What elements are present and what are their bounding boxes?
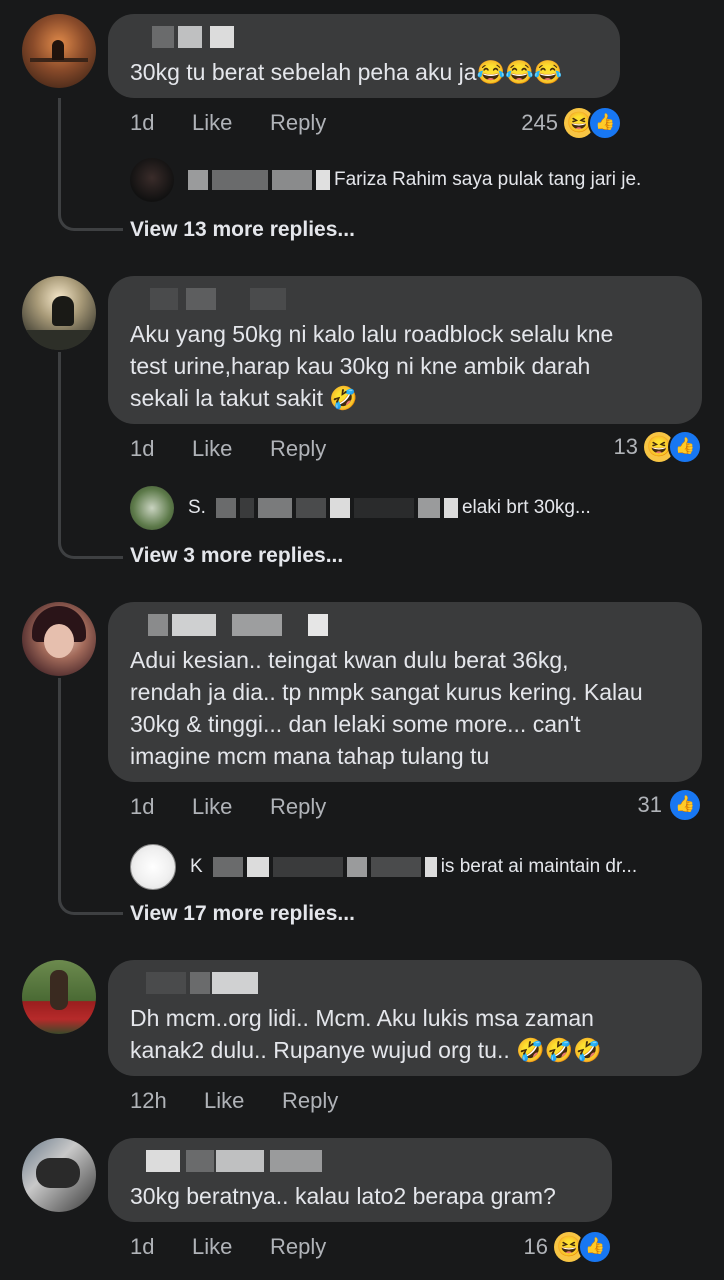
- reaction-count: 16: [523, 1234, 548, 1259]
- timestamp[interactable]: 12h: [130, 1088, 167, 1114]
- reply-preview[interactable]: K is berat ai maintain dr...: [130, 844, 637, 890]
- author-name-blurred[interactable]: [130, 612, 680, 638]
- comment-text: 30kg beratnya.. kalau lato2 berapa gram?: [130, 1183, 556, 1209]
- like-button[interactable]: Like: [192, 794, 232, 820]
- view-more-replies[interactable]: View 17 more replies...: [130, 902, 355, 926]
- blurred-name: [346, 857, 367, 877]
- blurred-name: [443, 498, 458, 518]
- comment-text: Dh mcm..org lidi.. Mcm. Aku lukis msa za…: [130, 1005, 603, 1063]
- view-more-replies[interactable]: View 3 more replies...: [130, 544, 343, 568]
- comment-bubble: Adui kesian.. teingat kwan dulu berat 36…: [108, 602, 702, 782]
- avatar: [130, 158, 174, 202]
- reaction-summary[interactable]: 245 😆 👍: [521, 106, 622, 140]
- avatar[interactable]: [22, 276, 96, 350]
- timestamp[interactable]: 1d: [130, 1234, 154, 1260]
- avatar: [130, 844, 176, 890]
- comment-bubble: 30kg tu berat sebelah peha aku ja😂😂😂: [108, 14, 620, 98]
- like-icon: 👍: [668, 788, 702, 822]
- like-button[interactable]: Like: [192, 110, 232, 136]
- reply-author-initial: K: [190, 856, 203, 877]
- reply-text: Fariza Rahim saya pulak tang jari je.: [334, 169, 642, 190]
- author-name-blurred[interactable]: [130, 1148, 590, 1174]
- reply-button[interactable]: Reply: [270, 794, 326, 820]
- reply-button[interactable]: Reply: [270, 436, 326, 462]
- avatar[interactable]: [22, 14, 96, 88]
- like-icon: 👍: [588, 106, 622, 140]
- blurred-name: [215, 498, 236, 518]
- comment-bubble: 30kg beratnya.. kalau lato2 berapa gram?: [108, 1138, 612, 1222]
- avatar[interactable]: [22, 1138, 96, 1212]
- blurred-name: [424, 857, 437, 877]
- reply-button[interactable]: Reply: [282, 1088, 338, 1114]
- view-more-replies[interactable]: View 13 more replies...: [130, 218, 355, 242]
- blurred-name: [353, 498, 414, 518]
- thread-connector: [58, 98, 123, 231]
- avatar[interactable]: [22, 960, 96, 1034]
- thread-connector: [58, 352, 123, 559]
- reply-button[interactable]: Reply: [270, 1234, 326, 1260]
- reply-author-initial: S.: [188, 497, 206, 518]
- comment-text: Aku yang 50kg ni kalo lalu roadblock sel…: [130, 321, 614, 411]
- like-icon: 👍: [668, 430, 702, 464]
- comment-bubble: Aku yang 50kg ni kalo lalu roadblock sel…: [108, 276, 702, 424]
- reaction-summary[interactable]: 16 😆 👍: [524, 1230, 612, 1264]
- blurred-name: [370, 857, 421, 877]
- reaction-summary[interactable]: 31 👍: [638, 788, 702, 822]
- reaction-count: 245: [521, 110, 558, 135]
- blurred-name: [246, 857, 269, 877]
- blurred-name: [239, 498, 254, 518]
- like-icon: 👍: [578, 1230, 612, 1264]
- reaction-count: 31: [637, 792, 662, 817]
- blurred-name: [272, 170, 312, 190]
- reply-preview[interactable]: Fariza Rahim saya pulak tang jari je.: [130, 158, 641, 202]
- timestamp[interactable]: 1d: [130, 794, 154, 820]
- thread-connector: [58, 678, 123, 915]
- like-button[interactable]: Like: [192, 436, 232, 462]
- avatar: [130, 486, 174, 530]
- comment-text: Adui kesian.. teingat kwan dulu berat 36…: [130, 647, 643, 769]
- like-button[interactable]: Like: [192, 1234, 232, 1260]
- comment-text: 30kg tu berat sebelah peha aku ja😂😂😂: [130, 59, 563, 85]
- author-name-blurred[interactable]: [130, 970, 680, 996]
- reply-text: is berat ai maintain dr...: [440, 856, 638, 877]
- avatar[interactable]: [22, 602, 96, 676]
- blurred-name: [417, 498, 440, 518]
- blurred-name: [272, 857, 343, 877]
- blurred-name: [188, 170, 208, 190]
- reply-text: elaki brt 30kg...: [461, 497, 591, 518]
- timestamp[interactable]: 1d: [130, 110, 154, 136]
- timestamp[interactable]: 1d: [130, 436, 154, 462]
- blurred-name: [329, 498, 350, 518]
- reaction-count: 13: [613, 434, 638, 459]
- comment-bubble: Dh mcm..org lidi.. Mcm. Aku lukis msa za…: [108, 960, 702, 1076]
- reaction-summary[interactable]: 13 😆 👍: [614, 430, 702, 464]
- author-name-blurred[interactable]: [130, 286, 680, 312]
- reply-preview[interactable]: S. elaki brt 30kg...: [130, 486, 591, 530]
- blurred-name: [295, 498, 326, 518]
- reply-button[interactable]: Reply: [270, 110, 326, 136]
- blurred-name: [257, 498, 292, 518]
- author-name-blurred[interactable]: [130, 24, 598, 50]
- blurred-name: [212, 857, 243, 877]
- like-button[interactable]: Like: [204, 1088, 244, 1114]
- blurred-name: [316, 170, 330, 190]
- blurred-name: [212, 170, 268, 190]
